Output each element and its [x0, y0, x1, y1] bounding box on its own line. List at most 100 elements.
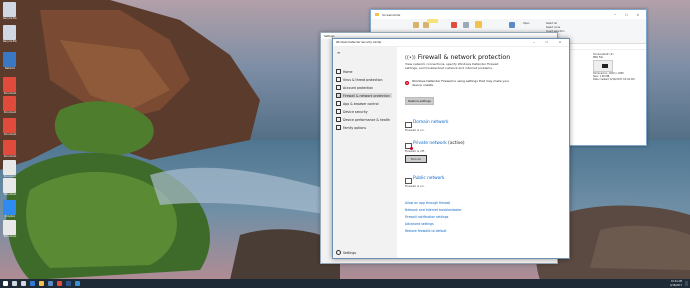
desktop-icon[interactable]	[3, 220, 16, 235]
explorer-titlebar: Screenshots ─ ☐ ✕	[371, 10, 646, 19]
desktop-icon-label: Recycle Bin	[3, 40, 17, 43]
app-icon	[336, 101, 341, 106]
desktop-icon-label: Dropbox	[4, 215, 16, 218]
word-icon[interactable]	[66, 281, 71, 286]
sidebar-item-app-browser-control[interactable]: App & browser control	[336, 101, 379, 106]
desktop-icon[interactable]	[3, 2, 16, 17]
defender-main: ((•)) Firewall & network protection View…	[405, 47, 565, 258]
wifi-icon: ((•))	[405, 55, 416, 61]
sidebar-item-virus-threat-protection[interactable]: Virus & threat protection	[336, 77, 382, 82]
rename-icon[interactable]	[463, 22, 469, 28]
page-title-text: Firewall & network protection	[417, 54, 511, 61]
store-icon[interactable]	[48, 281, 53, 286]
ribbon-tab-highlight	[427, 19, 438, 23]
turn-on-button[interactable]: Turn on	[405, 155, 427, 163]
public-network-status: Firewall is on.	[405, 184, 425, 188]
related-link[interactable]: Allow an app through firewall	[405, 201, 450, 205]
folder-icon	[375, 13, 379, 16]
desktop-icon[interactable]	[3, 200, 16, 215]
warning-icon: ✕	[405, 81, 409, 85]
desktop-icon-label: Document	[3, 193, 17, 196]
defender-window[interactable]: Windows Defender Security Center ─ ☐ ✕ ≡…	[332, 38, 570, 259]
sidebar-item-label: Virus & threat protection	[343, 77, 383, 82]
desktop-icon[interactable]	[3, 140, 16, 155]
sidebar-item-device-security[interactable]: Device security	[336, 109, 368, 114]
sidebar-item-family-options[interactable]: Family options	[336, 125, 366, 130]
edge-icon[interactable]	[30, 281, 35, 286]
task-view-icon[interactable]	[21, 281, 26, 286]
sidebar-item-account-protection[interactable]: Account protection	[336, 85, 373, 90]
defender-titlebar: Windows Defender Security Center ─ ☐ ✕	[333, 39, 569, 47]
desktop-icon-label: Recycle Bin	[3, 17, 17, 20]
sidebar-item-label: Device performance & health	[343, 117, 390, 122]
desktop-icon-label: Document	[3, 92, 17, 95]
active-label: (active)	[448, 141, 465, 146]
sidebar-item-label: Device security	[343, 109, 368, 114]
sidebar-item-settings[interactable]: Settings	[336, 250, 356, 255]
sidebar-item-label: Family options	[343, 125, 367, 130]
desktop-icon-label: Document	[3, 155, 17, 158]
sidebar-item-device-performance-health[interactable]: Device performance & health	[336, 117, 390, 122]
ribbon-open[interactable]: Open	[523, 22, 529, 25]
clock-date[interactable]: 6/16/2017	[670, 284, 682, 287]
private-network-link[interactable]: Private network (active)	[413, 141, 465, 146]
public-network-link[interactable]: Public network	[413, 176, 445, 181]
defender-title: Windows Defender Security Center	[336, 41, 382, 44]
home-icon	[336, 69, 341, 74]
details-type: PNG File	[593, 56, 603, 59]
details-pane: Screenshot (1) PNG File Dimensions: 1920…	[593, 50, 642, 110]
hamburger-icon[interactable]: ≡	[337, 50, 340, 55]
explorer-title: Screenshots	[382, 12, 401, 17]
explorer-icon[interactable]	[39, 281, 44, 286]
ribbon-select-all[interactable]: Select all	[546, 22, 557, 25]
desktop-icon[interactable]	[3, 52, 16, 67]
desktop-icon[interactable]	[3, 160, 16, 175]
page-title: ((•)) Firewall & network protection	[405, 54, 510, 61]
settings-label: Settings	[343, 250, 357, 255]
related-link[interactable]: Restore firewalls to default	[405, 229, 447, 233]
search-icon[interactable]	[12, 281, 17, 286]
private-network-name: Private network	[413, 141, 447, 146]
related-link[interactable]: Firewall notification settings	[405, 215, 448, 219]
desktop-icon[interactable]	[3, 178, 16, 193]
start-icon[interactable]	[3, 281, 8, 286]
related-link[interactable]: Network and Internet troubleshooter	[405, 208, 462, 212]
gear-icon	[336, 250, 341, 255]
delete-icon[interactable]	[451, 22, 457, 28]
warning-text: Windows Defender Firewall is using setti…	[412, 79, 510, 87]
move-to-icon[interactable]	[413, 22, 419, 28]
family-icon	[336, 125, 341, 130]
desktop-icon[interactable]	[3, 77, 16, 92]
defender-icon[interactable]	[75, 281, 80, 286]
desktop-icon-label: Document	[3, 235, 17, 238]
defender-sidebar: ≡ Home Virus & threat protection Account p…	[333, 47, 397, 258]
taskbar: 10:44 AM 6/16/2017	[0, 279, 690, 288]
desktop-icon-label: Document	[3, 111, 17, 114]
desktop: Recycle Bin Recycle Bin Network Document Doc…	[0, 0, 690, 288]
window-controls-icon[interactable]: ─ ☐ ✕	[614, 13, 643, 17]
private-network-status: Firewall is off.	[405, 149, 425, 153]
desktop-icon[interactable]	[3, 96, 16, 111]
shield-icon	[336, 77, 341, 82]
related-link[interactable]: Advanced settings	[405, 222, 434, 226]
intro-text: View network connections, specify Window…	[405, 62, 499, 70]
restore-settings-button[interactable]: Restore settings	[405, 97, 434, 105]
domain-network-link[interactable]: Domain network	[413, 120, 449, 125]
properties-icon[interactable]	[509, 22, 515, 28]
window-controls-icon[interactable]: ─ ☐ ✕	[533, 41, 566, 44]
new-folder-icon[interactable]	[475, 21, 482, 28]
domain-network-status: Firewall is on.	[405, 128, 425, 132]
sidebar-item-label: Home	[343, 69, 353, 74]
desktop-icon[interactable]	[3, 25, 16, 40]
sidebar-item-label: Account protection	[343, 85, 374, 90]
chrome-icon[interactable]	[57, 281, 62, 286]
sidebar-item-firewall-network-protection[interactable]: Firewall & network protection	[336, 93, 392, 98]
notifications-icon[interactable]	[685, 281, 688, 286]
desktop-icon[interactable]	[3, 118, 16, 133]
person-icon	[336, 85, 341, 90]
details-info-3: Date created: 6/16/2017 10:44 AM	[593, 78, 635, 81]
wifi-icon	[336, 93, 341, 98]
sidebar-item-home[interactable]: Home	[336, 69, 352, 74]
desktop-icon-label: Network	[5, 67, 15, 70]
ribbon-select-none[interactable]: Select none	[546, 26, 560, 29]
